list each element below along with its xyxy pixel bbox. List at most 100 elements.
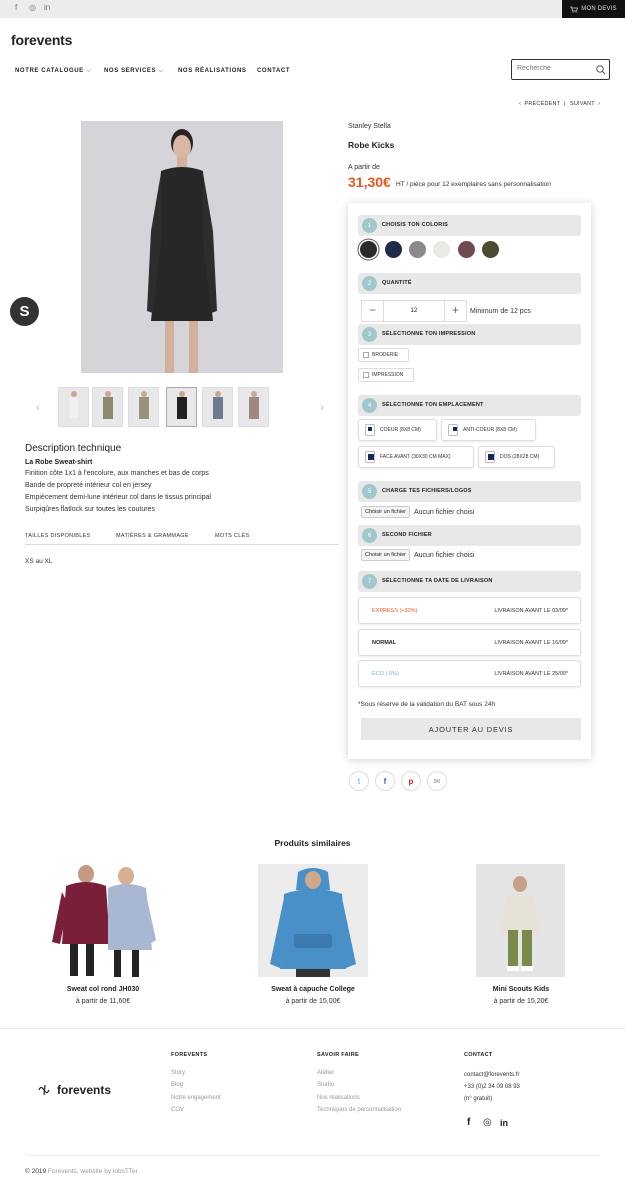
prev-link[interactable]: ‹ PRÉCÉDENT bbox=[519, 101, 560, 107]
option-broderie[interactable]: BRODERIE bbox=[358, 348, 409, 362]
delivery-option-eco[interactable]: ECO (-5%) LIVRAISON AVANT LE 25/09* bbox=[358, 660, 581, 687]
footer-link[interactable]: Studio bbox=[317, 1082, 334, 1088]
search-icon[interactable] bbox=[596, 65, 606, 75]
next-link[interactable]: SUIVANT › bbox=[570, 101, 600, 107]
delivery-option-express[interactable]: EXPRESS (+30%) LIVRAISON AVANT LE 03/09* bbox=[358, 597, 581, 624]
file-status: Aucun fichier choisi bbox=[413, 508, 475, 516]
shirt-icon bbox=[485, 451, 495, 463]
sizes-value: XS au XL bbox=[25, 558, 53, 565]
footer-email[interactable]: contact@forevents.fr bbox=[464, 1072, 519, 1078]
footer-logo[interactable]: forevents bbox=[38, 1083, 111, 1097]
step-second-file: 6 SECOND FICHIER bbox=[358, 525, 581, 546]
footer-link[interactable]: Atelier bbox=[317, 1070, 334, 1076]
footer-link[interactable]: Notre engagement bbox=[171, 1095, 221, 1101]
twitter-icon[interactable]: t bbox=[349, 771, 369, 791]
similar-product-name[interactable]: Mini Scouts Kids bbox=[441, 986, 601, 993]
footer-link[interactable]: Blog bbox=[171, 1082, 183, 1088]
description-line: Bande de propreté intérieur col en jerse… bbox=[25, 482, 152, 489]
thumb-prev-arrow[interactable]: ‹ bbox=[36, 400, 40, 414]
similar-product-image[interactable] bbox=[258, 864, 368, 977]
footer-link[interactable]: Nos réalisations bbox=[317, 1095, 360, 1101]
placement-anti-coeur[interactable]: ANTI-COEUR (8X8 CM) bbox=[441, 419, 536, 441]
footer-instagram-icon[interactable]: ◎ bbox=[483, 1117, 492, 1128]
linkedin-icon[interactable]: in bbox=[44, 3, 50, 12]
quote-label: MON DEVIS bbox=[581, 6, 617, 12]
quote-button[interactable]: MON DEVIS bbox=[562, 0, 625, 18]
placement-dos[interactable]: DOS (28X28 CM) bbox=[478, 446, 555, 468]
thumb-next-arrow[interactable]: › bbox=[320, 400, 324, 414]
footer-divider bbox=[0, 1028, 625, 1029]
footer-link[interactable]: CGV bbox=[171, 1107, 184, 1113]
description-title: Description technique bbox=[25, 443, 122, 454]
similar-product-price: à partir de 15,20€ bbox=[493, 998, 549, 1005]
footer-facebook-icon[interactable]: f bbox=[467, 1117, 470, 1128]
nav-contact[interactable]: CONTACT bbox=[257, 68, 290, 74]
nav-catalogue[interactable]: NOTRE CATALOGUE ⌵ bbox=[15, 68, 91, 75]
step-files: 5 CHARGE TES FICHIERS/LOGOS bbox=[358, 481, 581, 502]
forevents-logo-icon bbox=[38, 1084, 50, 1096]
thumbnail-active[interactable] bbox=[166, 387, 197, 427]
quantity-decrease-button[interactable]: − bbox=[362, 301, 384, 321]
thumbnail[interactable] bbox=[128, 387, 159, 427]
footer-link[interactable]: Techniques de personnalisation bbox=[317, 1107, 401, 1113]
delivery-option-normal[interactable]: NORMAL LIVRAISON AVANT LE 16/09* bbox=[358, 629, 581, 656]
top-bar: f ◎ in MON DEVIS bbox=[0, 0, 625, 18]
placement-coeur[interactable]: COEUR (8X8 CM) bbox=[358, 419, 437, 441]
credit-link[interactable]: Forevents, website by lobsTTer bbox=[48, 1168, 138, 1175]
color-swatch[interactable] bbox=[482, 241, 499, 258]
step-impression: 3 SÉLECTIONNE TON IMPRESSION bbox=[358, 324, 581, 345]
choose-file-button[interactable]: Choisir un fichier bbox=[361, 549, 410, 561]
search-box[interactable] bbox=[511, 59, 610, 80]
facebook-icon[interactable]: f bbox=[15, 3, 17, 12]
tab-sizes[interactable]: TAILLES DISPONIBLES bbox=[25, 533, 91, 539]
facebook-icon[interactable]: f bbox=[375, 771, 395, 791]
quantity-value[interactable]: 12 bbox=[384, 308, 444, 314]
color-swatch[interactable] bbox=[433, 241, 450, 258]
pager-separator: | bbox=[564, 101, 566, 107]
thumbnail[interactable] bbox=[202, 387, 233, 427]
choose-file-button[interactable]: Choisir un fichier bbox=[361, 506, 410, 518]
product-price: 31,30€ bbox=[348, 174, 391, 190]
pinterest-icon[interactable]: p bbox=[401, 771, 421, 791]
instagram-icon[interactable]: ◎ bbox=[29, 3, 36, 12]
price-note: HT / pièce pour 12 exemplaires sans pers… bbox=[396, 181, 551, 188]
tab-materials[interactable]: MATIÈRES & GRAMMAGE bbox=[116, 533, 189, 539]
color-swatch[interactable] bbox=[409, 241, 426, 258]
similar-product-name[interactable]: Sweat col rond JH030 bbox=[23, 986, 183, 993]
mail-icon[interactable]: ✉ bbox=[427, 771, 447, 791]
footer-link[interactable]: Story bbox=[171, 1070, 185, 1076]
quantity-stepper[interactable]: − 12 + bbox=[361, 300, 467, 322]
color-swatch-selected[interactable] bbox=[360, 241, 377, 258]
footer-col-title: CONTACT bbox=[464, 1052, 493, 1058]
price-from-label: A partir de bbox=[348, 164, 380, 171]
similar-title: Produits similaires bbox=[274, 838, 351, 848]
quantity-increase-button[interactable]: + bbox=[444, 301, 466, 321]
similar-product-image[interactable] bbox=[476, 864, 565, 977]
footer-col-title: FOREVENTS bbox=[171, 1052, 208, 1058]
add-to-quote-button[interactable]: AJOUTER AU DEVIS bbox=[361, 718, 581, 740]
nav-services[interactable]: NOS SERVICES ⌵ bbox=[104, 68, 164, 75]
nav-realisations[interactable]: NOS RÉALISATIONS bbox=[178, 68, 247, 74]
thumbnail[interactable] bbox=[58, 387, 89, 427]
color-swatch[interactable] bbox=[385, 241, 402, 258]
quantity-min-note: Minimum de 12 pcs bbox=[470, 308, 531, 315]
search-input[interactable] bbox=[517, 65, 587, 72]
footer-phone[interactable]: +33 (0)2 34 09 08 93 bbox=[464, 1084, 520, 1090]
color-swatch[interactable] bbox=[458, 241, 475, 258]
similar-product-image[interactable] bbox=[48, 864, 158, 977]
description-line: Finition côte 1x1 à l'encolure, aux manc… bbox=[25, 470, 209, 477]
shirt-icon bbox=[365, 424, 375, 436]
dress-model-illustration bbox=[81, 121, 283, 373]
shopify-badge-icon[interactable]: S bbox=[10, 297, 39, 326]
site-logo[interactable]: forevents bbox=[11, 32, 72, 48]
thumbnail[interactable] bbox=[92, 387, 123, 427]
tab-keywords[interactable]: MOTS CLÉS bbox=[215, 533, 249, 539]
placement-face-avant[interactable]: FACE AVANT (30X30 CM MAX) bbox=[358, 446, 474, 468]
similar-product-price: à partir de 15,00€ bbox=[285, 998, 341, 1005]
option-impression[interactable]: IMPRESSION bbox=[358, 368, 414, 382]
footer-linkedin-icon[interactable]: in bbox=[500, 1118, 508, 1128]
product-image[interactable] bbox=[81, 121, 283, 373]
thumbnail[interactable] bbox=[238, 387, 269, 427]
product-brand: Stanley Stella bbox=[348, 123, 391, 130]
similar-product-name[interactable]: Sweat à capuche College bbox=[233, 986, 393, 993]
